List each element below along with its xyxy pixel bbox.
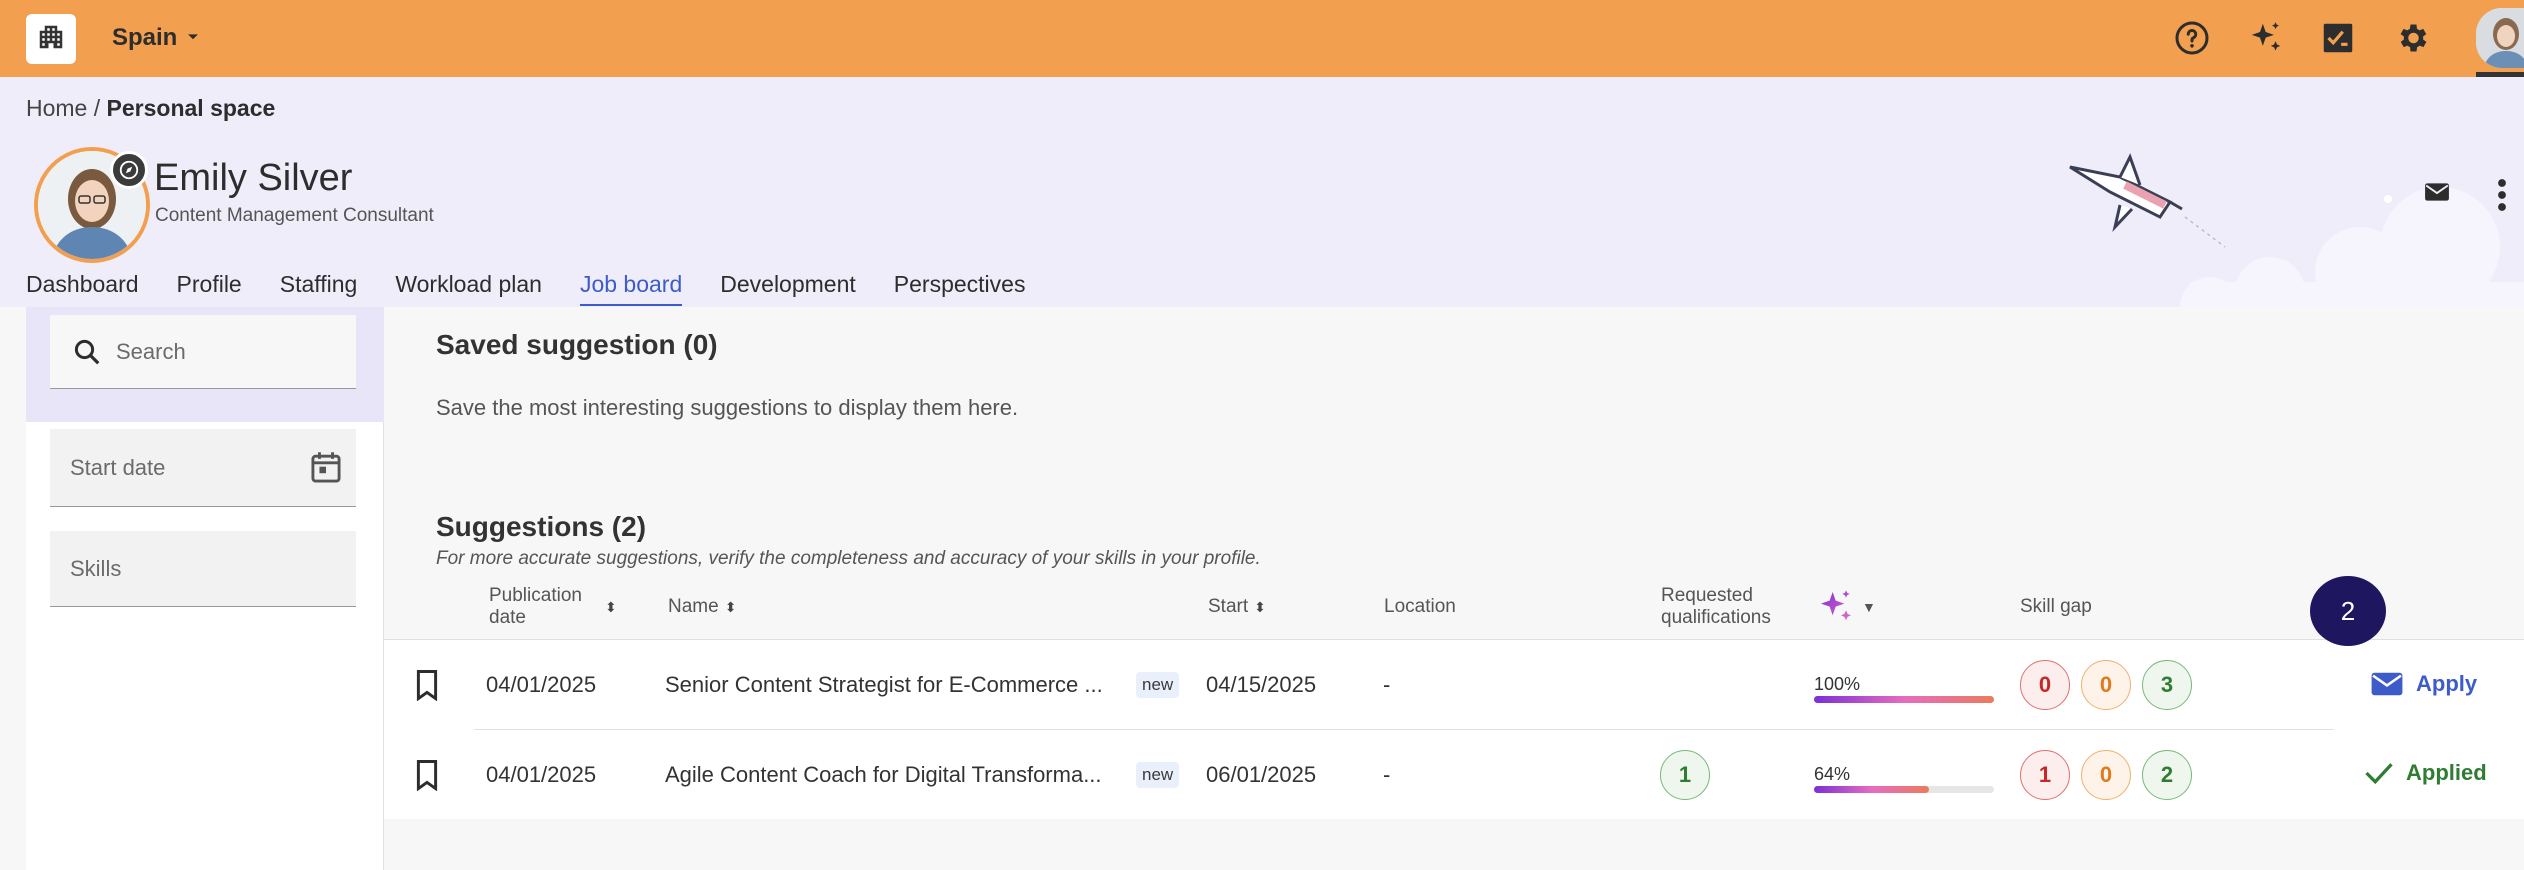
col-name[interactable]: Name ⬍ [668,596,736,618]
tab-perspectives[interactable]: Perspectives [894,271,1026,306]
col-location: Location [1384,596,1456,618]
new-badge: new [1136,672,1180,698]
skill-gap-missing: 1 [2020,750,2070,800]
col-match-filter[interactable]: ▼ [1816,587,1876,627]
mail-icon[interactable] [2424,181,2450,208]
sparkle-icon [1816,587,1856,627]
sparkle-icon[interactable] [2246,18,2286,58]
table-row[interactable]: 04/01/2025 Agile Content Coach for Digit… [384,730,2524,820]
mail-icon [2370,670,2404,698]
col-requested-qualifications-label: Requested qualifications [1661,585,1771,628]
calendar-icon[interactable] [310,451,342,485]
compass-icon[interactable] [110,151,148,189]
location: - [1383,672,1391,697]
start-date: 06/01/2025 [1206,762,1317,787]
apply-label: Apply [2416,671,2478,696]
company-logo[interactable] [26,14,76,64]
tab-workload-plan[interactable]: Workload plan [395,271,542,306]
breadcrumb-separator: / [93,95,101,121]
top-bar: Spain [0,0,2524,77]
help-icon[interactable] [2172,18,2212,58]
col-name-label: Name [668,596,719,617]
search-input[interactable]: Search [50,315,356,389]
match-label: 64% [1814,764,1851,784]
bookmark-icon[interactable] [414,730,440,820]
tab-dashboard[interactable]: Dashboard [26,271,139,306]
publication-date: 04/01/2025 [486,672,597,697]
bookmark-icon[interactable] [414,640,440,730]
table-row[interactable]: 04/01/2025 Senior Content Strategist for… [384,640,2524,730]
user-avatar[interactable] [2476,8,2524,68]
col-skill-gap-label: Skill gap [2020,596,2092,617]
tab-staffing[interactable]: Staffing [280,271,358,306]
chevron-down-icon [185,24,201,52]
applied-status: Applied [2364,760,2487,786]
applied-label: Applied [2406,760,2487,785]
building-icon [36,22,66,57]
saved-empty-text: Save the most interesting suggestions to… [436,395,1019,420]
requested-qualifications-count: 1 [1660,750,1710,800]
skills-field[interactable]: Skills [50,531,356,607]
match-label: 100% [1814,674,1861,694]
profile-header: Home / Personal space Emily Silver Conte… [0,77,2524,337]
country-label: Spain [112,24,178,51]
sort-icon: ⬍ [724,599,737,615]
skill-gap-met: 3 [2142,660,2192,710]
suggestions-table: 04/01/2025 Senior Content Strategist for… [384,639,2524,819]
filter-panel: Search Start date Skills [26,307,384,870]
caret-down-icon: ▼ [1862,599,1876,615]
location: - [1383,762,1391,787]
suggestions-title: Suggestions (2) [436,511,647,542]
profile-job-title: Content Management Consultant [155,205,434,226]
more-options-icon[interactable] [2490,177,2514,218]
new-badge: new [1136,762,1180,788]
saved-section-title: Saved suggestion (0) [436,329,718,360]
skill-gap-missing: 0 [2020,660,2070,710]
start-date-field[interactable]: Start date [50,429,356,507]
cloud-illustration [2150,187,2524,337]
job-name[interactable]: Senior Content Strategist for E-Commerce… [665,640,1103,730]
apply-button[interactable]: Apply [2370,670,2477,698]
col-requested-qualifications: Requested qualifications [1661,585,1791,629]
start-date: 04/15/2025 [1206,672,1317,697]
skills-placeholder: Skills [70,555,122,581]
tab-job-board[interactable]: Job board [579,271,683,306]
col-location-label: Location [1384,596,1456,617]
gear-icon[interactable] [2392,18,2432,58]
notification-count-badge[interactable]: 2 [2310,576,2386,646]
skill-gap-partial: 0 [2081,750,2131,800]
breadcrumb-home[interactable]: Home [26,95,87,121]
profile-tabs: Dashboard Profile Staffing Workload plan… [26,271,1063,306]
sort-icon: ⬍ [1254,599,1266,615]
col-start-label: Start [1208,596,1249,617]
suggestions-note: For more accurate suggestions, verify th… [436,548,1261,569]
skill-gap-met: 2 [2142,750,2192,800]
check-icon [2364,760,2394,786]
match-progress: 100% [1814,674,1994,703]
publication-date: 04/01/2025 [486,762,597,787]
match-progress: 64% [1814,764,1994,793]
task-check-icon[interactable] [2318,18,2358,58]
country-selector[interactable]: Spain [112,24,201,52]
breadcrumb: Home / Personal space [26,95,275,122]
search-placeholder: Search [116,338,186,364]
profile-name: Emily Silver [154,157,353,199]
skill-gap-partial: 0 [2081,660,2131,710]
job-name[interactable]: Agile Content Coach for Digital Transfor… [665,730,1102,820]
col-publication-date[interactable]: Publication date ⬍ [489,585,639,629]
col-start[interactable]: Start ⬍ [1208,596,1266,618]
breadcrumb-current: Personal space [106,95,276,121]
col-skill-gap: Skill gap [2020,596,2092,618]
match-track [1814,786,1994,793]
match-track [1814,696,1994,703]
search-icon [72,337,102,367]
sort-icon: ⬍ [605,599,617,615]
start-date-placeholder: Start date [70,454,166,480]
job-board-content: Saved suggestion (0) Save the most inter… [384,307,2524,870]
tab-profile[interactable]: Profile [177,271,242,306]
tab-development[interactable]: Development [720,271,856,306]
match-fill [1814,696,1994,703]
match-fill [1814,786,1930,793]
col-publication-date-label: Publication date [489,585,582,628]
